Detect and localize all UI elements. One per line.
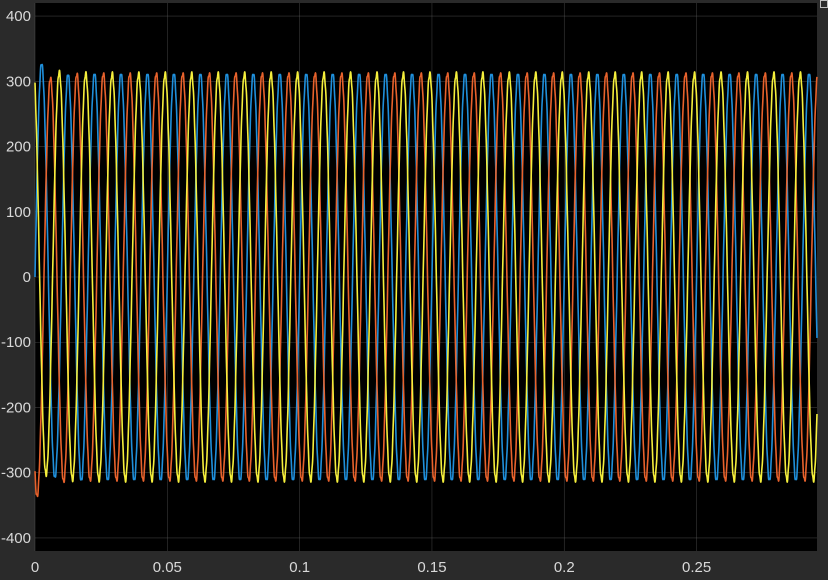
x-tick-label: 0.05 [153,559,182,576]
x-tick-label: 0.25 [682,559,711,576]
y-axis: -400 -300 -200 -100 0 100 200 300 400 [1,8,31,547]
scope-window: 0 0.05 0.1 0.15 0.2 0.25 -400 -300 -200 -100 0 100… [0,0,828,580]
y-tick-label: -100 [1,334,31,351]
x-axis: 0 0.05 0.1 0.15 0.2 0.25 [31,559,711,576]
restore-icon[interactable] [820,0,828,8]
y-tick-label: 100 [6,204,31,221]
x-tick-label: 0.2 [554,559,575,576]
y-tick-label: 0 [23,269,31,286]
line-chart: 0 0.05 0.1 0.15 0.2 0.25 -400 -300 -200 -100 0 100… [1,3,818,576]
y-tick-label: -200 [1,399,31,416]
y-tick-label: 200 [6,139,31,156]
x-tick-label: 0.1 [289,559,310,576]
y-tick-label: 300 [6,73,31,90]
y-tick-label: 400 [6,8,31,25]
x-tick-label: 0 [31,559,39,576]
x-tick-label: 0.15 [417,559,446,576]
y-tick-label: -300 [1,465,31,482]
y-tick-label: -400 [1,530,31,547]
